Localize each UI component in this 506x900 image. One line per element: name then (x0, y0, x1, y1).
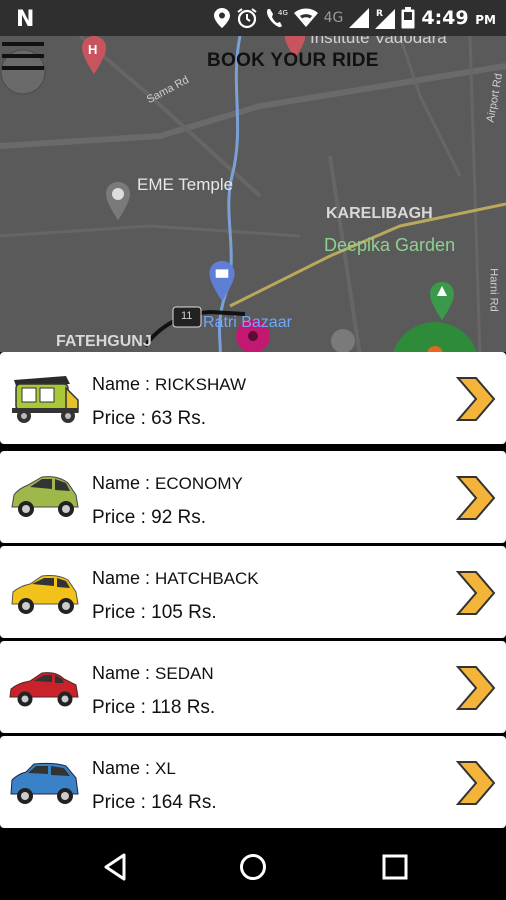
ride-name-value: ECONOMY (155, 474, 243, 493)
park-pin-icon[interactable] (428, 282, 456, 322)
status-bar: N 4G 4G R 4:49 PM (0, 0, 506, 36)
ride-name-value: HATCHBACK (155, 569, 259, 588)
clock-time: 4:49 (421, 7, 469, 29)
page-title: BOOK YOUR RIDE (207, 50, 379, 71)
recents-icon[interactable] (380, 852, 410, 882)
fatehgunj-label: FATEHGUNJ (56, 333, 152, 350)
ride-name-value: XL (155, 759, 176, 778)
home-icon[interactable] (238, 852, 268, 882)
carrier-icon: N (16, 7, 35, 32)
battery-icon (401, 7, 415, 29)
ride-price-currency: Rs. (182, 792, 217, 813)
chevron-right-icon[interactable] (456, 570, 496, 616)
ride-name-value: RICKSHAW (155, 375, 247, 394)
ride-price-value: 164 (151, 792, 183, 813)
ride-price-value: 118 (151, 697, 182, 718)
deepika-garden-label: Deepika Garden (324, 235, 456, 255)
svg-text:4G: 4G (278, 9, 288, 17)
ride-price: Price : 118 Rs. (92, 697, 215, 719)
ratri-bazaar-label: Ratri Bazaar (203, 314, 292, 331)
economy-car-icon (11, 476, 79, 517)
ride-price: Price : 105 Rs. (92, 602, 217, 624)
chevron-right-icon[interactable] (456, 665, 496, 711)
location-icon (213, 8, 230, 28)
clock-ampm: PM (475, 13, 496, 27)
ride-price-label: Price : (92, 792, 152, 813)
ride-option-economy[interactable]: Name : ECONOMY Price : 92 Rs. (0, 451, 506, 543)
ride-name-label: Name : (92, 568, 156, 588)
institute-label: Institute Vadodara (310, 36, 447, 47)
karelibagh-label: KARELIBAGH (326, 205, 433, 222)
ride-name: Name : ECONOMY (92, 473, 243, 494)
svg-text:R: R (376, 9, 383, 19)
ride-price-label: Price : (92, 602, 152, 623)
temple-icon (331, 329, 355, 353)
wifi-icon (293, 8, 318, 27)
ride-list: Name : RICKSHAW Price : 63 Rs. Name : EC… (0, 352, 506, 832)
route-11-label: 11 (181, 310, 193, 322)
xl-car-icon (10, 762, 79, 804)
ride-price-currency: Rs. (182, 602, 217, 623)
hospital-pin-icon[interactable]: H (82, 36, 106, 76)
harni-rd-label: Harni Rd (487, 268, 500, 312)
ride-name-label: Name : (92, 374, 156, 394)
ride-price-value: 92 (151, 507, 173, 528)
shopping-pin-icon[interactable] (208, 261, 236, 303)
alarm-icon (236, 8, 257, 29)
ride-price-label: Price : (92, 697, 152, 718)
clock: 4:49 PM (421, 7, 496, 29)
ride-price-label: Price : (92, 408, 152, 429)
ride-name: Name : XL (92, 758, 176, 779)
ride-name-label: Name : (92, 473, 156, 493)
ride-price-label: Price : (92, 507, 152, 528)
hamburger-menu-icon[interactable] (0, 36, 46, 98)
network-type: 4G (323, 10, 344, 26)
ride-price-currency: Rs. (181, 697, 216, 718)
wifi-call-icon: 4G (266, 9, 288, 28)
ride-name: Name : HATCHBACK (92, 568, 259, 589)
signal-icon (349, 8, 370, 28)
ride-option-xl[interactable]: Name : XL Price : 164 Rs. (0, 736, 506, 828)
roaming-signal-icon: R (375, 9, 396, 29)
hatchback-car-icon (11, 575, 79, 614)
ride-option-rickshaw[interactable]: Name : RICKSHAW Price : 63 Rs. (0, 352, 506, 444)
ride-price-currency: Rs. (172, 408, 207, 429)
eme-temple-label: EME Temple (137, 175, 234, 194)
ride-price: Price : 63 Rs. (92, 408, 206, 430)
ride-name-label: Name : (92, 758, 156, 778)
chevron-right-icon[interactable] (456, 376, 496, 422)
ride-price-value: 63 (151, 408, 173, 429)
temple-pin-icon[interactable] (104, 182, 132, 222)
chevron-right-icon[interactable] (456, 475, 496, 521)
back-icon[interactable] (100, 852, 130, 882)
ride-price-value: 105 (151, 602, 183, 623)
ride-name-label: Name : (92, 663, 156, 683)
map-view[interactable]: H 11 Institute Vadodara Sama Rd Airport … (0, 36, 506, 356)
ride-option-hatchback[interactable]: Name : HATCHBACK Price : 105 Rs. (0, 546, 506, 638)
sedan-car-icon (9, 672, 79, 707)
ride-name: Name : RICKSHAW (92, 374, 246, 395)
svg-text:H: H (88, 42, 97, 57)
ride-price-currency: Rs. (172, 507, 207, 528)
navigation-bar (0, 832, 506, 900)
ride-price: Price : 92 Rs. (92, 507, 206, 529)
ride-option-sedan[interactable]: Name : SEDAN Price : 118 Rs. (0, 641, 506, 733)
ride-name-value: SEDAN (155, 664, 214, 683)
ride-name: Name : SEDAN (92, 663, 214, 684)
chevron-right-icon[interactable] (456, 760, 496, 806)
ride-price: Price : 164 Rs. (92, 792, 217, 814)
rickshaw-icon (12, 376, 79, 423)
